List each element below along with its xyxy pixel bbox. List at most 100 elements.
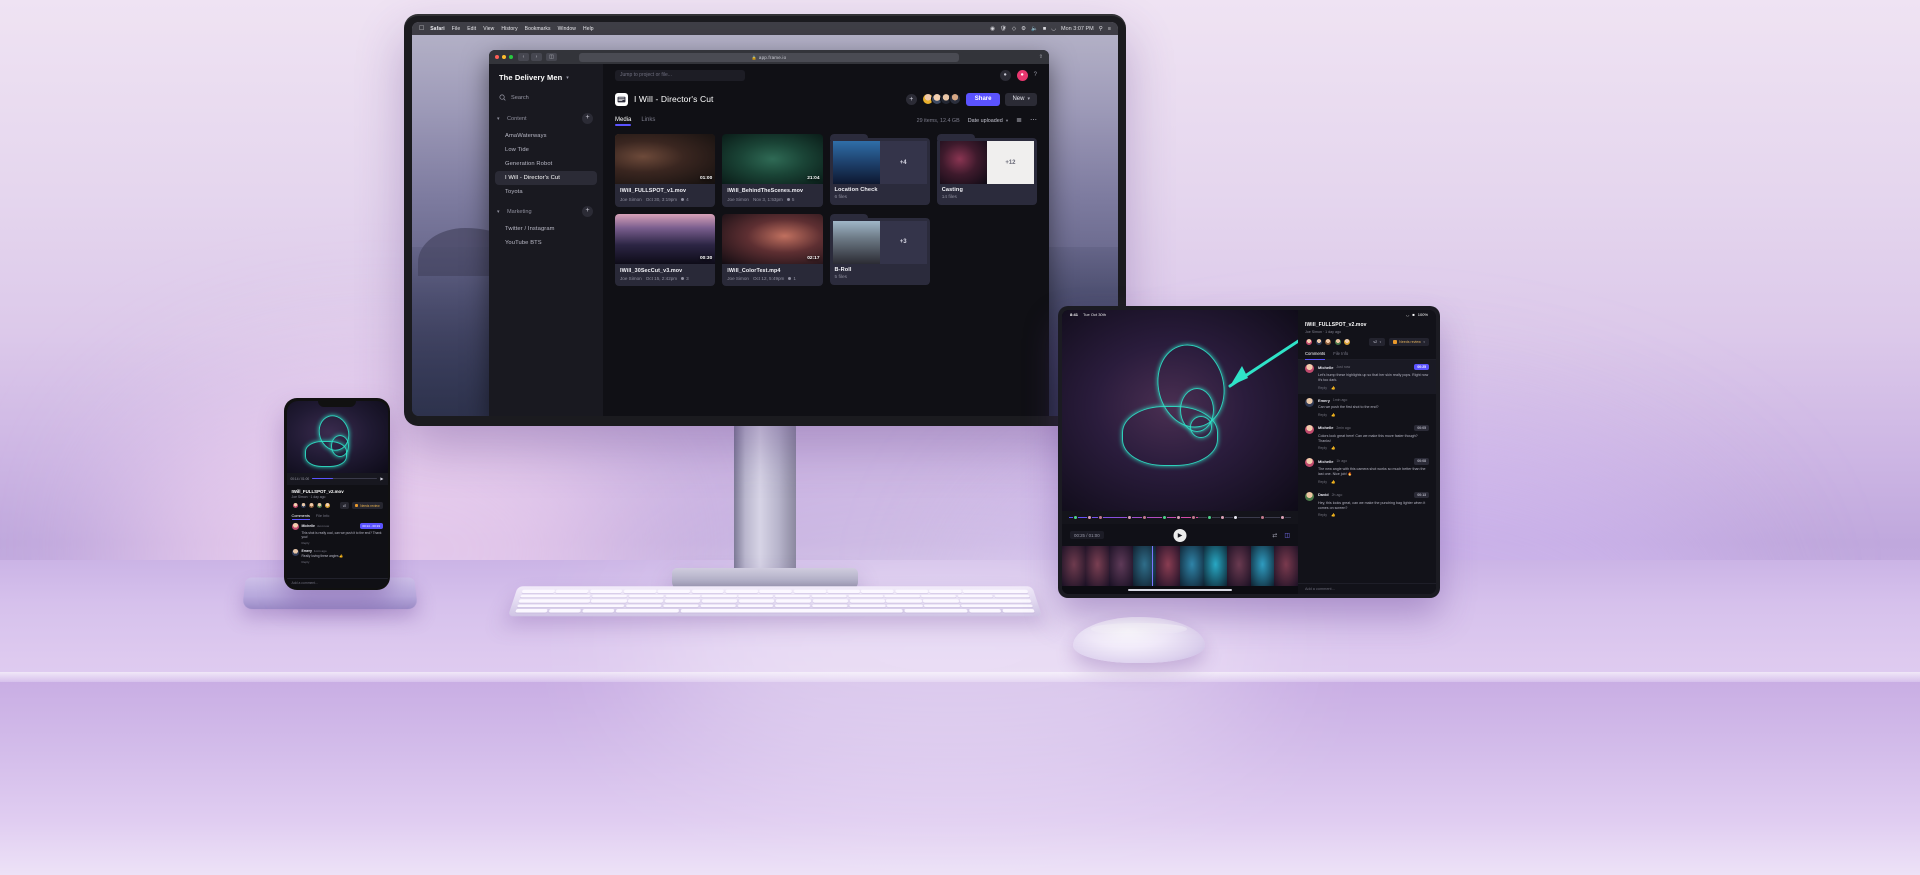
key[interactable] [793,589,826,594]
avatar[interactable] [323,502,331,509]
key[interactable] [664,599,701,603]
phone-comment-input[interactable]: Add a comment... [286,577,388,588]
compare-icon[interactable]: ◫ [1284,532,1290,539]
command-key[interactable] [903,609,969,613]
avatar[interactable] [299,502,307,509]
key[interactable] [812,604,849,608]
sidebar-item-low-tide[interactable]: Low Tide [495,143,597,157]
chevron-down-icon[interactable]: ▾ [497,209,503,215]
ipad-video[interactable] [1062,310,1298,511]
key[interactable] [737,604,774,608]
key[interactable] [827,589,860,594]
chevron-down-icon[interactable]: ▾ [497,116,503,122]
tab-links[interactable]: Links [641,117,655,126]
key[interactable] [700,604,737,608]
phone-comment[interactable]: Emery 1min ago Really loving these angle… [291,548,383,564]
jump-to-search-input[interactable]: Jump to project or file... [615,69,745,81]
phone-player-controls[interactable]: 00:14 / 01:00 ▶ [286,472,388,485]
tab-media[interactable]: Media [615,117,632,126]
key[interactable] [591,594,628,598]
search-icon[interactable]: ⚲ [1099,26,1103,32]
ipad-comment[interactable]: Michelle 2min ago 00:05 Colors look grea… [1298,421,1436,455]
chevron-right-icon[interactable]: › [531,53,542,61]
menubar-item-safari[interactable]: Safari [430,26,445,32]
share-icon[interactable]: ⇧ [1039,54,1043,60]
timeline-marker[interactable] [1126,515,1132,521]
phone-comment-reply[interactable]: Reply [302,541,383,545]
timeline-marker[interactable] [1142,515,1148,521]
sidebar-item-youtube-bts[interactable]: YouTube BTS [495,236,597,250]
key[interactable] [962,589,1029,594]
menubar-item-view[interactable]: View [483,26,494,32]
filmstrip-frame[interactable] [1274,546,1298,586]
ipad-comment-list[interactable]: Michelle Just now 00:25 Let's bump these… [1298,360,1436,583]
sidebar-item-twitter-instagram[interactable]: Twitter / Instagram [495,222,597,236]
key[interactable] [993,594,1030,598]
menubar-item-file[interactable]: File [452,26,460,32]
key[interactable] [849,604,886,608]
filmstrip-frame[interactable] [1109,546,1133,586]
media-card-file[interactable]: 01:00 IWill_FULLSPOT_v1.mov Joe Simon Oc… [615,134,716,207]
magic-keyboard[interactable] [507,586,1043,617]
phone-video-player[interactable] [286,400,388,473]
sidebar-item-toyota[interactable]: Toyota [495,185,597,199]
enter-key[interactable] [959,599,1032,603]
ipad-comment-timestamp[interactable]: 00:05 [1414,424,1429,432]
share-button[interactable]: Share [965,92,1001,106]
battery-icon[interactable]: ■ [1043,26,1046,32]
control-key[interactable] [548,609,582,613]
phone-status-chip[interactable]: Needs review [352,502,383,509]
sidebar-group-content[interactable]: ▾ Content + [489,113,603,124]
avatar[interactable] [1343,338,1351,346]
key[interactable] [928,589,962,594]
key[interactable] [923,599,960,603]
key[interactable] [738,594,774,598]
timeline-marker[interactable] [1259,515,1265,521]
arrow-keys[interactable] [1001,609,1035,613]
avatar[interactable] [1324,338,1332,346]
wifi-icon[interactable]: ◡ [1051,26,1056,32]
ipad-comment-timestamp[interactable]: 00:25 [1414,364,1429,371]
ipad-comment-timestamp[interactable]: 00:13 [1414,491,1429,499]
avatar[interactable] [1314,338,1323,346]
key[interactable] [589,589,623,594]
play-icon[interactable]: ▶ [380,476,383,481]
shift-key[interactable] [516,604,625,608]
key[interactable] [775,599,812,603]
filmstrip-frame[interactable] [1179,546,1204,586]
media-card-folder[interactable]: +3 B-Roll 5 files [829,213,930,287]
key[interactable] [662,604,700,608]
filmstrip-frame[interactable] [1227,546,1251,586]
avatar[interactable] [315,502,323,509]
menubar-item-help[interactable]: Help [583,26,594,32]
shield-icon[interactable]: 🛡 [1000,26,1007,32]
bluetooth-icon[interactable]: ⚙ [1021,26,1026,32]
media-card-file[interactable]: 02:17 IWill_ColorTest.mp4 Joe Simon Oct … [722,213,823,286]
user-icon[interactable]: ● [999,69,1011,81]
menubar-item-bookmarks[interactable]: Bookmarks [525,26,551,32]
key[interactable] [725,589,759,594]
screen-record-icon[interactable]: ◉ [990,26,995,32]
timeline-marker[interactable] [1086,515,1092,521]
phone-comment-list[interactable]: Michelle Just now 00:14 - 00:19 This sho… [287,520,388,578]
menubar-item-edit[interactable]: Edit [467,26,476,32]
ipad-comment-timestamp[interactable]: 00:08 [1414,458,1429,465]
ipad-comment[interactable]: Michelle 1h ago 00:08 The new angle with… [1298,454,1436,488]
key[interactable] [691,589,725,594]
option-key[interactable] [968,609,1002,613]
list-view-icon[interactable]: ≣ [1016,117,1022,124]
media-card-folder[interactable]: +12 Casting 14 files [936,134,1037,207]
ipad-comment[interactable]: David 2h ago 00:13 Hey, this looks great… [1298,488,1436,522]
filmstrip-frame[interactable] [1156,546,1180,586]
menubar-clock[interactable]: Mon 3:07 PM [1061,26,1094,32]
timeline-track[interactable] [1069,515,1291,521]
key[interactable] [623,589,657,594]
key[interactable] [657,589,691,594]
timeline-marker[interactable] [1175,515,1181,521]
key[interactable] [521,589,555,594]
sidebar-item-amawaterways[interactable]: AmaWaterways [495,129,597,143]
maximize-icon[interactable] [509,55,513,59]
phone-tab-comments[interactable]: Comments [291,514,311,520]
key[interactable] [665,594,701,598]
filmstrip-frame[interactable] [1250,546,1275,586]
